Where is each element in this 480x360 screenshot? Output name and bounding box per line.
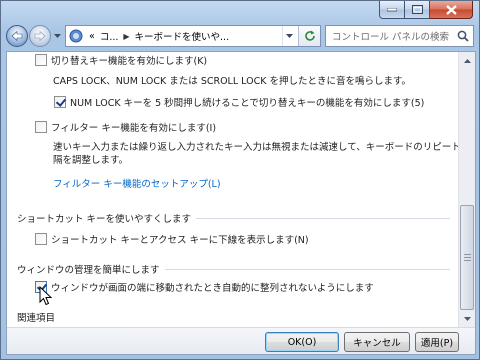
underline-shortcuts-checkbox[interactable] (35, 233, 47, 245)
ok-button[interactable]: OK(O) (265, 332, 339, 352)
chevron-down-icon (286, 34, 293, 38)
refresh-button[interactable] (298, 26, 320, 46)
recent-pages-button[interactable] (52, 34, 62, 38)
navigation-bar: « コ... ▶ キーボードを使いや... コントロール パネルの検索 (6, 23, 474, 49)
num-lock-option[interactable]: NUM LOCK キーを 5 秒間押し続けることで切り替えキーの機能を有効にしま… (54, 94, 424, 110)
filter-keys-label[interactable]: フィルター キー機能を有効にします(I) (51, 120, 216, 134)
apply-button[interactable]: 適用(P) (415, 332, 459, 352)
related-heading: 関連項目 (17, 313, 56, 324)
back-arrow-icon (11, 31, 23, 41)
scroll-down-button[interactable] (459, 310, 475, 327)
forward-arrow-icon (34, 31, 46, 41)
toggle-keys-label[interactable]: 切り替えキー機能を有効にします(K) (51, 53, 207, 67)
prevent-snap-option[interactable]: ウィンドウが画面の端に移動されたとき自動的に整列されないようにします (35, 279, 374, 295)
underline-shortcuts-label[interactable]: ショートカット キーとアクセス キーに下線を表示します(N) (51, 232, 309, 246)
shortcuts-heading: ショートカット キーを使いやすくします (17, 214, 192, 225)
breadcrumb: « コ... ▶ キーボードを使いや... (83, 29, 230, 44)
filter-keys-description-line2: 隔を調整します。 (53, 155, 129, 166)
cancel-button[interactable]: キャンセル (344, 332, 410, 352)
address-bar[interactable]: « コ... ▶ キーボードを使いや... (65, 25, 321, 47)
chevron-up-icon (463, 58, 471, 63)
prevent-snap-label[interactable]: ウィンドウが画面の端に移動されたとき自動的に整列されないようにします (51, 280, 374, 294)
search-icon[interactable] (457, 30, 469, 42)
breadcrumb-item-keyboard[interactable]: キーボードを使いや... (135, 29, 230, 43)
num-lock-checkbox[interactable] (54, 96, 66, 108)
refresh-icon (304, 30, 315, 41)
window-management-section-header: ウィンドウの管理を簡単にします (17, 262, 450, 276)
minimize-button[interactable] (379, 1, 405, 19)
breadcrumb-separator-icon[interactable]: ▶ (123, 32, 129, 41)
maximize-icon (411, 5, 423, 14)
scroll-up-button[interactable] (459, 52, 475, 69)
control-panel-icon (69, 29, 83, 43)
related-section-header: 関連項目 (17, 310, 450, 324)
back-button[interactable] (6, 25, 28, 47)
toggle-keys-option[interactable]: 切り替えキー機能を有効にします(K) (35, 52, 207, 68)
window-management-heading: ウィンドウの管理を簡単にします (17, 265, 160, 276)
section-divider (196, 217, 450, 219)
minimize-icon (387, 7, 397, 11)
maximize-button[interactable] (405, 1, 430, 19)
breadcrumb-item-control-panel[interactable]: コ... (100, 29, 119, 43)
content-pane: 切り替えキー機能を有効にします(K) CAPS LOCK、NUM LOCK また… (6, 51, 476, 355)
chevron-down-icon (53, 34, 61, 38)
search-placeholder: コントロール パネルの検索 (332, 32, 450, 43)
scrollbar-thumb[interactable] (460, 205, 474, 310)
shortcuts-section-header: ショートカット キーを使いやすくします (17, 211, 450, 225)
underline-shortcuts-option[interactable]: ショートカット キーとアクセス キーに下線を表示します(N) (35, 231, 309, 247)
scrollbar-grip (464, 254, 471, 262)
filter-keys-checkbox[interactable] (35, 121, 47, 133)
window-frame: « コ... ▶ キーボードを使いや... コントロール パネルの検索 切り替え… (0, 0, 480, 360)
filter-keys-setup-link[interactable]: フィルター キー機能のセットアップ(L) (53, 177, 221, 192)
toggle-keys-description: CAPS LOCK、NUM LOCK または SCROLL LOCK を押したと… (53, 76, 412, 87)
mouse-cursor-icon (39, 286, 53, 306)
chevron-down-icon (463, 316, 471, 321)
close-icon (445, 4, 457, 15)
section-divider (164, 268, 450, 270)
address-dropdown-button[interactable] (282, 26, 296, 46)
num-lock-label[interactable]: NUM LOCK キーを 5 秒間押し続けることで切り替えキーの機能を有効にしま… (70, 95, 424, 109)
search-box[interactable]: コントロール パネルの検索 (325, 25, 474, 47)
dialog-button-bar: OK(O) キャンセル 適用(P) (7, 327, 475, 354)
forward-button[interactable] (29, 25, 51, 47)
filter-keys-option[interactable]: フィルター キー機能を有効にします(I) (35, 119, 216, 135)
toggle-keys-checkbox[interactable] (35, 54, 47, 66)
close-button[interactable] (430, 1, 473, 19)
vertical-scrollbar[interactable] (458, 52, 475, 354)
caption-buttons (379, 1, 473, 20)
breadcrumb-overflow[interactable]: « (89, 31, 95, 42)
